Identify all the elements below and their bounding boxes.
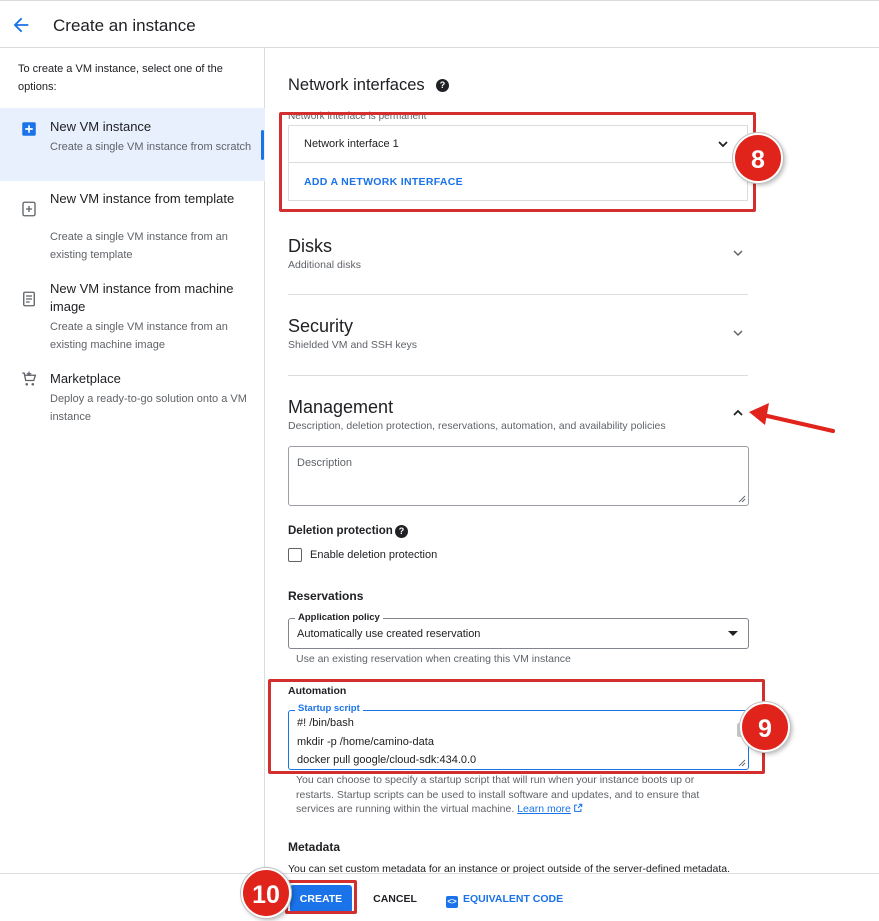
resize-grip-icon[interactable] (738, 495, 746, 503)
back-arrow-icon[interactable] (10, 14, 32, 36)
annotation-badge-9: 9 (740, 702, 790, 752)
option-title: Marketplace (50, 371, 121, 386)
policy-hint: Use an existing reservation when creatin… (296, 653, 571, 665)
network-interfaces-title: Network interfaces (288, 76, 425, 94)
metadata-desc: You can set custom metadata for an insta… (288, 863, 731, 873)
template-icon (22, 201, 36, 217)
deletion-protection-label: Enable deletion protection (310, 549, 438, 561)
metadata-title: Metadata (288, 840, 341, 854)
external-link-icon (574, 803, 583, 812)
startup-script-help: You can choose to specify a startup scri… (296, 773, 726, 817)
divider (288, 375, 748, 376)
application-policy-value: Automatically use created reservation (297, 628, 481, 640)
annotation-badge-8: 8 (733, 133, 783, 183)
equivalent-code-label: EQUIVALENT CODE (463, 893, 564, 905)
divider (288, 294, 748, 295)
page-title: Create an instance (53, 16, 196, 35)
option-title: New VM instance from template (50, 191, 235, 206)
option-title: New VM instance (50, 119, 152, 134)
code-icon: <> (446, 896, 458, 908)
learn-more-link[interactable]: Learn more (517, 803, 571, 815)
add-box-icon (22, 122, 36, 136)
reservations-title: Reservations (288, 589, 364, 603)
equivalent-code-button[interactable]: <> EQUIVALENT CODE (446, 885, 563, 913)
option-vm-from-machine-image[interactable]: New VM instance from machine image Creat… (0, 274, 265, 362)
application-policy-label: Application policy (295, 612, 383, 623)
option-desc: Create a single VM instance from an exis… (50, 231, 228, 261)
cart-icon (22, 371, 37, 386)
help-icon[interactable]: ? (395, 525, 408, 538)
annotation-arrow-icon (749, 403, 835, 433)
option-title: New VM instance from machine image (50, 281, 234, 314)
deletion-protection-checkbox[interactable] (288, 548, 302, 562)
sidebar: To create a VM instance, select one of t… (0, 48, 265, 873)
application-policy-select[interactable]: Application policy Automatically use cre… (288, 612, 749, 649)
annotation-badge-10: 10 (241, 868, 291, 918)
management-title: Management (288, 397, 394, 417)
option-desc: Create a single VM instance from an exis… (50, 321, 228, 351)
chevron-down-icon[interactable] (730, 325, 746, 341)
description-textarea[interactable]: Description (288, 446, 749, 506)
option-vm-from-template[interactable]: New VM instance from template Create a s… (0, 184, 265, 272)
option-desc: Create a single VM instance from scratch (50, 141, 252, 153)
security-subtitle: Shielded VM and SSH keys (288, 339, 417, 351)
help-icon[interactable]: ? (436, 79, 449, 92)
disks-subtitle: Additional disks (288, 259, 361, 271)
management-subtitle: Description, deletion protection, reserv… (288, 420, 666, 432)
disks-title: Disks (288, 236, 332, 256)
annotation-highlight-create (285, 880, 357, 914)
option-marketplace[interactable]: Marketplace Deploy a ready-to-go solutio… (0, 364, 265, 434)
option-desc: Deploy a ready-to-go solution onto a VM … (50, 393, 247, 423)
cancel-button[interactable]: CANCEL (365, 885, 425, 913)
annotation-highlight-network (279, 112, 756, 212)
deletion-protection-title: Deletion protection (288, 525, 393, 537)
annotation-highlight-automation (268, 679, 765, 774)
machine-image-icon (23, 291, 35, 307)
caret-down-icon (728, 631, 738, 636)
chevron-down-icon[interactable] (730, 245, 746, 261)
sidebar-intro: To create a VM instance, select one of t… (18, 63, 223, 93)
startup-help-text: You can choose to specify a startup scri… (296, 774, 700, 815)
security-title: Security (288, 316, 354, 336)
bottom-action-bar: CREATE CANCEL <> EQUIVALENT CODE (0, 873, 879, 921)
option-new-vm-instance[interactable]: New VM instance Create a single VM insta… (0, 108, 265, 181)
top-bar: Create an instance (0, 0, 879, 48)
chevron-up-icon[interactable] (730, 405, 746, 421)
description-placeholder: Description (297, 457, 353, 469)
